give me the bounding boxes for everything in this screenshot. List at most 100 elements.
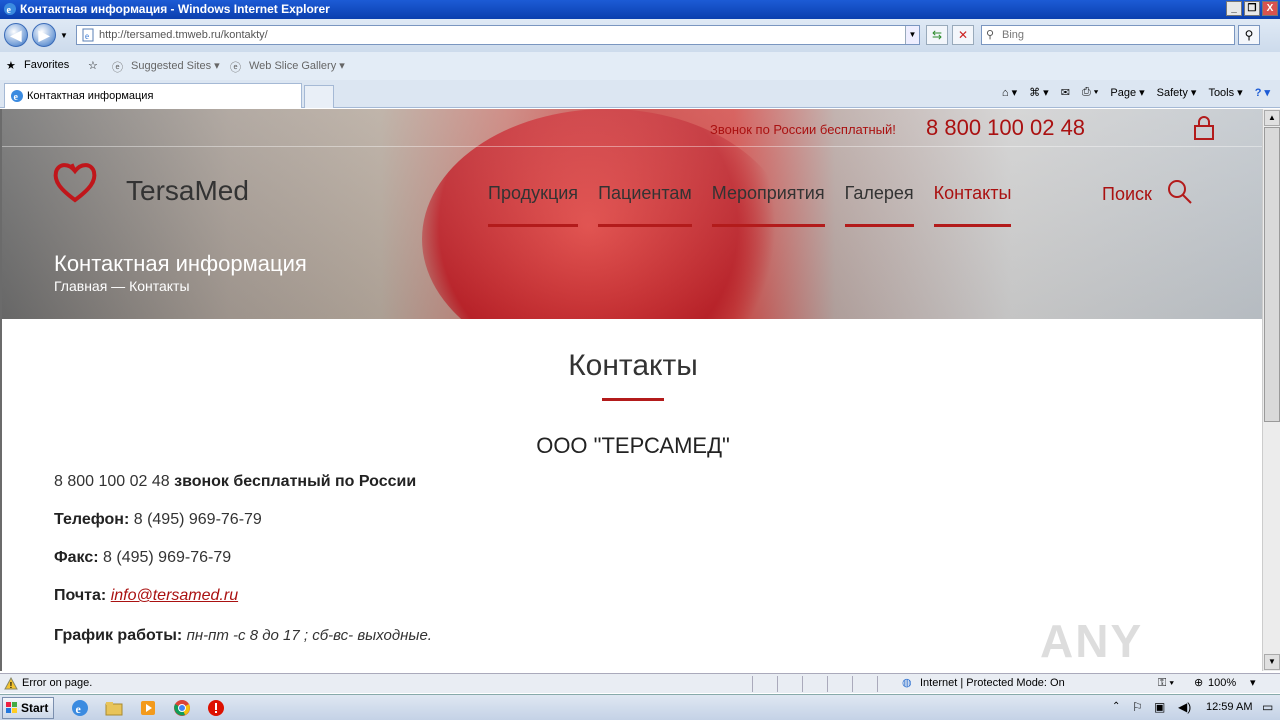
zoom-dropdown-icon[interactable]: ▾ xyxy=(1250,674,1256,693)
window-title: Контактная информация - Windows Internet… xyxy=(20,2,330,16)
maximize-button[interactable]: ❐ xyxy=(1244,1,1260,16)
status-divider xyxy=(827,676,828,692)
ie-taskbar-icon[interactable]: e xyxy=(70,699,90,717)
tray-network-icon[interactable]: ▣ xyxy=(1154,700,1165,714)
back-button[interactable]: ◀ xyxy=(4,23,28,47)
zoom-level[interactable]: 100% xyxy=(1208,674,1236,693)
vertical-scrollbar[interactable]: ▲ ▼ xyxy=(1262,109,1280,671)
logo-heart-icon[interactable] xyxy=(52,161,98,203)
home-icon[interactable]: ⌂ ▾ xyxy=(1002,86,1017,99)
search-magnifier-icon: ⚲ xyxy=(986,29,995,41)
anyrun-watermark: ANY RUN xyxy=(1040,615,1144,671)
taskbar-clock[interactable]: 12:59 AM xyxy=(1206,701,1252,713)
section-title: Контакты xyxy=(568,349,698,382)
nav-events[interactable]: Мероприятия xyxy=(711,183,825,227)
tab-ie-icon: e xyxy=(11,90,23,103)
tray-volume-icon[interactable]: ◀) xyxy=(1178,700,1191,714)
status-divider xyxy=(752,676,753,692)
fax-line: Факс: 8 (495) 969-76-79 xyxy=(54,549,231,567)
start-button[interactable]: Start xyxy=(2,697,54,719)
stop-icon[interactable]: ✕ xyxy=(952,25,974,45)
tools-menu[interactable]: Tools ▾ xyxy=(1208,86,1242,99)
status-divider xyxy=(777,676,778,692)
history-dropdown-icon[interactable]: ▼ xyxy=(60,31,68,40)
nav-contacts[interactable]: Контакты xyxy=(933,183,1012,227)
nav-gallery[interactable]: Галерея xyxy=(844,183,914,227)
mail-icon[interactable]: ✉ xyxy=(1061,86,1070,99)
address-url: http://tersamed.tmweb.ru/kontakty/ xyxy=(99,29,268,41)
explorer-folder-icon[interactable] xyxy=(104,699,124,717)
forward-button[interactable]: ▶ xyxy=(32,23,56,47)
favorites-button[interactable]: Favorites xyxy=(24,59,69,71)
nav-patients[interactable]: Пациентам xyxy=(598,183,692,227)
tab-label: Контактная информация xyxy=(27,90,154,102)
status-divider xyxy=(802,676,803,692)
ie-logo-icon: e xyxy=(4,3,16,16)
media-player-icon[interactable] xyxy=(138,699,158,717)
feeds-icon[interactable]: ⌘ ▾ xyxy=(1029,86,1049,99)
zoom-icon: ⊕ xyxy=(1194,677,1204,689)
minimize-button[interactable]: _ xyxy=(1226,1,1242,16)
security-zone-text[interactable]: Internet | Protected Mode: On xyxy=(920,674,1065,693)
hotline-text: звонок бесплатный по России xyxy=(174,473,417,490)
address-dropdown-icon[interactable]: ▼ xyxy=(905,26,919,44)
search-button[interactable]: ⚲ xyxy=(1238,25,1260,45)
main-nav: Продукция Пациентам Мероприятия Галерея … xyxy=(488,183,1012,227)
title-underline xyxy=(602,398,664,401)
print-icon[interactable]: ⎙ ▾ xyxy=(1082,86,1098,99)
breadcrumb[interactable]: Главная — Контакты xyxy=(54,278,190,294)
help-icon[interactable]: ? ▾ xyxy=(1255,86,1270,99)
scroll-thumb[interactable] xyxy=(1264,127,1280,422)
show-desktop-icon[interactable]: ▭ xyxy=(1262,700,1273,714)
add-favorites-icon[interactable]: ☆ xyxy=(88,59,98,72)
error-status-text[interactable]: Error on page. xyxy=(22,674,92,693)
favorites-bar: ★ Favorites ☆ ⓔ Suggested Sites ▾ ⓔ Web … xyxy=(0,52,1280,80)
tab-contact-info[interactable]: e Контактная информация xyxy=(4,83,302,108)
nav-products[interactable]: Продукция xyxy=(488,183,579,227)
web-slice-gallery-link[interactable]: Web Slice Gallery ▾ xyxy=(249,59,345,72)
page-icon: e xyxy=(82,28,94,42)
status-divider xyxy=(877,676,878,692)
tray-flag-icon[interactable]: ⚐ xyxy=(1132,700,1143,714)
header-phone[interactable]: 8 800 100 02 48 xyxy=(926,115,1085,141)
stop-shield-icon[interactable] xyxy=(206,699,226,717)
company-name: ООО "ТЕРСАМЕД" xyxy=(536,433,730,458)
page-menu[interactable]: Page ▾ xyxy=(1110,86,1144,99)
suggested-sites-icon: ⓔ xyxy=(112,62,123,74)
page-heading: Контактная информация xyxy=(54,251,307,276)
suggested-sites-link[interactable]: Suggested Sites ▾ xyxy=(131,59,220,72)
protected-mode-icon[interactable]: ⚿ ▾ xyxy=(1158,674,1174,693)
warning-icon[interactable]: ! xyxy=(4,677,18,690)
new-tab-button[interactable] xyxy=(304,85,334,108)
fax-label: Факс: xyxy=(54,549,99,566)
web-slice-icon: ⓔ xyxy=(230,62,241,74)
site-search-icon[interactable] xyxy=(1167,179,1193,205)
search-link[interactable]: Поиск xyxy=(1102,184,1152,205)
close-button[interactable]: X xyxy=(1262,1,1278,16)
search-input[interactable]: ⚲ Bing xyxy=(981,25,1235,45)
svg-text:e: e xyxy=(7,5,12,16)
status-bar: ! Error on page. ◍ Internet | Protected … xyxy=(0,673,1280,693)
page-viewport: Звонок по России бесплатный! 8 800 100 0… xyxy=(0,109,1262,671)
favorites-star-icon: ★ xyxy=(6,60,16,72)
hours-value: пн-пт -с 8 до 17 ; сб-вс- выходные. xyxy=(186,627,432,644)
address-toolbar: ◀ ▶ ▼ e http://tersamed.tmweb.ru/kontakt… xyxy=(0,19,1280,52)
address-field[interactable]: e http://tersamed.tmweb.ru/kontakty/ ▼ xyxy=(76,25,920,45)
search-placeholder: Bing xyxy=(1002,29,1025,41)
hours-label: График работы: xyxy=(54,627,183,644)
hotline-number: 8 800 100 02 48 xyxy=(54,473,170,490)
refresh-icon[interactable]: ⇆ xyxy=(926,25,948,45)
tray-expand-icon[interactable]: ⌃ xyxy=(1112,701,1120,712)
lock-icon[interactable] xyxy=(1192,115,1216,141)
hero-banner: Звонок по России бесплатный! 8 800 100 0… xyxy=(2,109,1262,319)
tab-bar: e Контактная информация ⌂ ▾ ⌘ ▾ ✉ ⎙ ▾ Pa… xyxy=(0,80,1280,108)
start-label: Start xyxy=(21,701,49,715)
scroll-up-icon[interactable]: ▲ xyxy=(1264,110,1280,126)
scroll-down-icon[interactable]: ▼ xyxy=(1264,654,1280,670)
chrome-icon[interactable] xyxy=(172,699,192,717)
phone-label: Телефон: xyxy=(54,511,130,528)
email-link[interactable]: info@tersamed.ru xyxy=(111,587,238,604)
brand-name[interactable]: TersaMed xyxy=(126,175,249,207)
hours-line: График работы: пн-пт -с 8 до 17 ; сб-вс-… xyxy=(54,627,432,645)
safety-menu[interactable]: Safety ▾ xyxy=(1157,86,1197,99)
